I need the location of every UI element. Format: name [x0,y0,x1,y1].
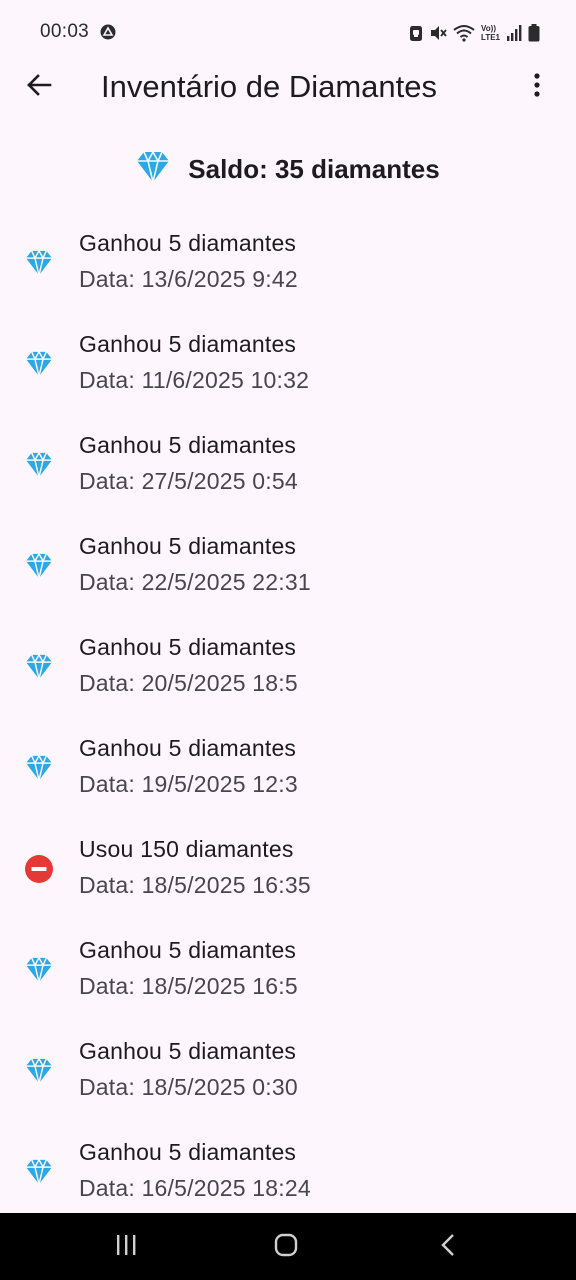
list-item[interactable]: Ganhou 5 diamantes Data: 27/5/2025 0:54 [0,414,576,515]
diamond-icon [24,1056,54,1086]
transaction-title: Ganhou 5 diamantes [79,735,297,761]
diamond-icon [24,450,54,480]
list-item[interactable]: Ganhou 5 diamantes Data: 18/5/2025 0:30 [0,1020,576,1121]
list-item[interactable]: Ganhou 5 diamantes Data: 19/5/2025 12:3 [0,717,576,818]
arrow-left-icon [26,72,52,103]
more-vert-icon [533,72,541,103]
home-icon [274,1233,298,1262]
system-nav-bar [0,1213,576,1280]
home-button[interactable] [266,1229,306,1265]
transaction-date: Data: 18/5/2025 16:5 [79,973,298,999]
transaction-date: Data: 27/5/2025 0:54 [79,468,298,494]
lock-icon [409,24,423,42]
transaction-title: Ganhou 5 diamantes [79,1139,297,1165]
transaction-date: Data: 20/5/2025 18:5 [79,670,298,696]
sync-icon [100,24,116,40]
transaction-date: Data: 22/5/2025 22:31 [79,569,311,595]
system-back-button[interactable] [428,1229,468,1265]
diamond-icon [24,248,54,278]
status-time: 00:03 [40,21,90,42]
app-bar: Inventário de Diamantes [0,56,576,118]
list-item[interactable]: Ganhou 5 diamantes Data: 18/5/2025 16:5 [0,919,576,1020]
transaction-date: Data: 11/6/2025 10:32 [79,367,310,393]
diamond-icon [24,1157,54,1187]
transaction-date: Data: 16/5/2025 18:24 [79,1175,311,1201]
transaction-date: Data: 18/5/2025 16:35 [79,872,311,898]
back-button[interactable] [18,66,60,108]
page-title: Inventário de Diamantes [101,69,438,104]
transaction-title: Ganhou 5 diamantes [79,331,297,357]
diamond-icon [24,652,54,682]
transaction-title: Ganhou 5 diamantes [79,230,297,256]
balance-text: Saldo: 35 diamantes [188,153,440,184]
transaction-date: Data: 13/6/2025 9:42 [79,266,298,292]
list-item[interactable]: Usou 150 diamantes Data: 18/5/2025 16:35 [0,818,576,919]
diamond-icon [24,349,54,379]
transaction-title: Ganhou 5 diamantes [79,533,297,559]
transaction-title: Ganhou 5 diamantes [79,1038,297,1064]
list-item[interactable]: Ganhou 5 diamantes Data: 16/5/2025 18:24 [0,1121,576,1222]
mute-icon [429,24,447,42]
diamond-icon [24,955,54,985]
wifi-icon [453,24,475,42]
recents-button[interactable] [106,1229,146,1265]
remove-circle-icon [24,854,54,884]
diamond-icon [24,551,54,581]
battery-icon [528,24,540,42]
transaction-title: Ganhou 5 diamantes [79,937,297,963]
transaction-title: Ganhou 5 diamantes [79,634,297,660]
signal-icon [506,25,522,41]
recents-icon [115,1234,137,1261]
diamond-icon [24,753,54,783]
back-icon [440,1233,456,1262]
more-options-button[interactable] [516,66,558,108]
list-item[interactable]: Ganhou 5 diamantes Data: 11/6/2025 10:32 [0,313,576,414]
transaction-date: Data: 19/5/2025 12:3 [79,771,298,797]
transaction-date: Data: 18/5/2025 0:30 [79,1074,298,1100]
list-item[interactable]: Ganhou 5 diamantes Data: 13/6/2025 9:42 [0,212,576,313]
balance-header: Saldo: 35 diamantes [0,146,576,192]
diamond-icon [136,149,170,188]
status-icons: Vo)) LTE1 [409,20,540,46]
volte-icon: Vo)) LTE1 [481,24,500,42]
list-item[interactable]: Ganhou 5 diamantes Data: 20/5/2025 18:5 [0,616,576,717]
transaction-title: Ganhou 5 diamantes [79,432,297,458]
transaction-title: Usou 150 diamantes [79,836,294,862]
transaction-list: Ganhou 5 diamantes Data: 13/6/2025 9:42 … [0,212,576,1222]
list-item[interactable]: Ganhou 5 diamantes Data: 22/5/2025 22:31 [0,515,576,616]
